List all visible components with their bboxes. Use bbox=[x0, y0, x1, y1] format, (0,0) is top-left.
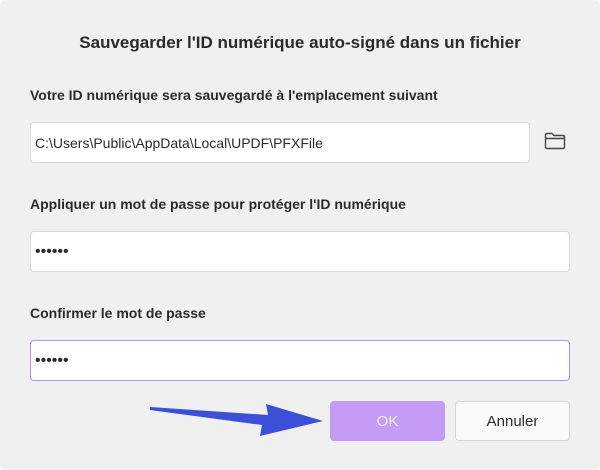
password-field[interactable]: •••••• bbox=[30, 231, 570, 272]
dialog-title: Sauvegarder l'ID numérique auto-signé da… bbox=[79, 33, 521, 52]
save-digital-id-dialog: Sauvegarder l'ID numérique auto-signé da… bbox=[0, 0, 600, 470]
annotation-arrow-icon bbox=[150, 404, 323, 436]
browse-folder-button[interactable] bbox=[541, 130, 569, 156]
confirm-password-field[interactable]: •••••• bbox=[30, 340, 570, 381]
confirm-password-label: Confirmer le mot de passe bbox=[30, 305, 206, 321]
path-value: C:\Users\Public\AppData\Local\UPDF\PFXFi… bbox=[35, 134, 323, 151]
password-value: •••••• bbox=[35, 242, 69, 260]
cancel-button[interactable]: Annuler bbox=[455, 401, 570, 441]
folder-icon bbox=[544, 132, 566, 155]
password-label: Appliquer un mot de passe pour protéger … bbox=[30, 196, 406, 212]
path-label: Votre ID numérique sera sauvegardé à l'e… bbox=[30, 87, 438, 103]
ok-button[interactable]: OK bbox=[330, 401, 445, 441]
confirm-password-value: •••••• bbox=[35, 351, 69, 369]
path-field[interactable]: C:\Users\Public\AppData\Local\UPDF\PFXFi… bbox=[30, 122, 530, 163]
